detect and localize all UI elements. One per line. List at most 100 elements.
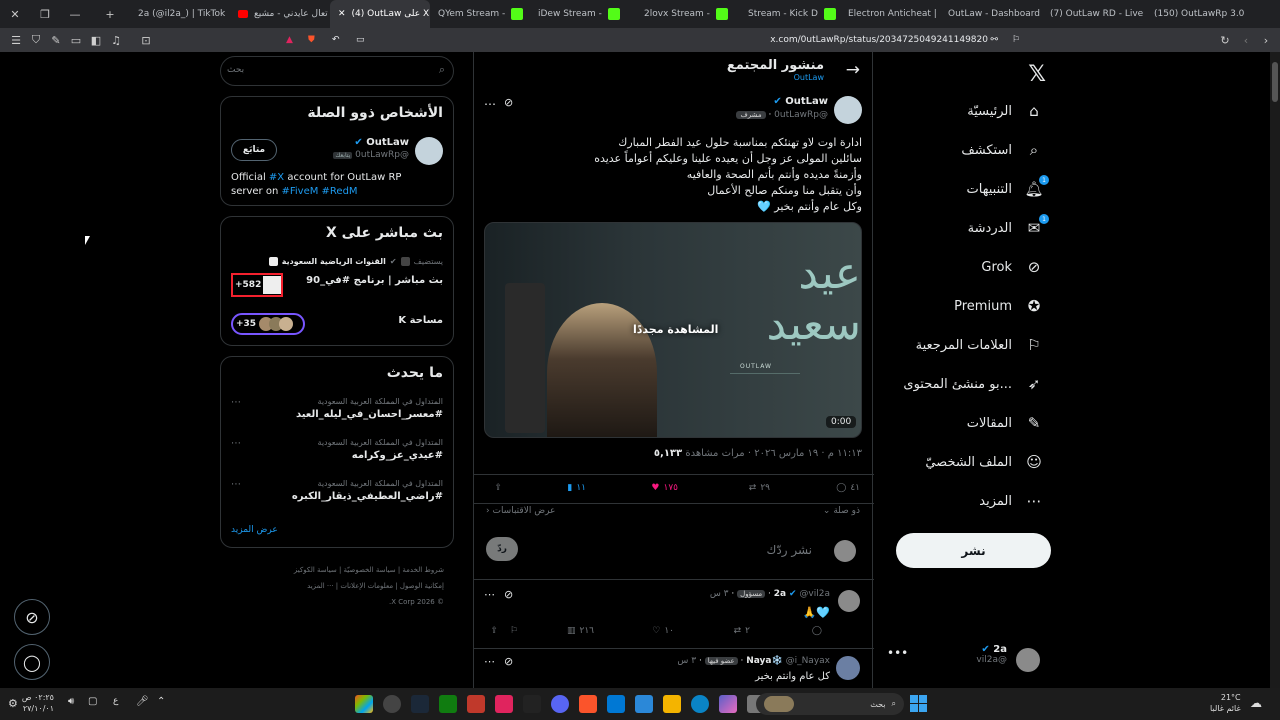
live-listeners[interactable]: +582 <box>231 273 283 297</box>
app-icon[interactable] <box>467 695 485 713</box>
tab-idew[interactable]: iDew Stream - <box>530 0 636 28</box>
community-link[interactable]: OutLaw <box>727 73 824 82</box>
live-host[interactable]: يستضيف ✔ القنوات الرياضية السعودية <box>268 257 443 266</box>
bookmark-page-icon[interactable]: ⚐ <box>1012 35 1020 45</box>
grok-icon[interactable]: ⊘ <box>504 96 513 109</box>
nav-home[interactable]: ⌂ الرئيسيّة <box>967 101 1044 121</box>
user-name[interactable]: OutLaw <box>366 137 409 148</box>
nav-premium[interactable]: ✪ Premium <box>954 296 1044 316</box>
nav-profile[interactable]: ☺ الملف الشخصيّ <box>925 452 1044 472</box>
more-options-icon[interactable]: ⋯ <box>484 655 495 668</box>
footer-link[interactable]: شروط الخدمة <box>402 566 444 574</box>
view-quotes-link[interactable]: عرض الاقتباسات ‹ <box>486 506 555 516</box>
avatar[interactable] <box>838 590 860 612</box>
outlook-icon[interactable] <box>607 695 625 713</box>
language-indicator[interactable]: ع <box>113 696 118 706</box>
show-more-link[interactable]: عرض المزيد <box>231 525 278 535</box>
post-time[interactable]: ١١:١٣ م · ١٩ مارس ٢٠٢٦ · مرات مشاهدة <box>685 448 862 459</box>
reply-button[interactable]: ردّ <box>486 537 518 561</box>
trend-item[interactable]: المتداول في المملكة العربية السعودية #مع… <box>221 397 453 435</box>
brave-shield-icon[interactable]: ⛊ <box>308 35 315 45</box>
grok-icon[interactable]: ⊘ <box>504 588 513 601</box>
weather-widget[interactable]: 21°C غائم غالبا <box>1210 692 1241 714</box>
more-options-icon[interactable]: ⋯ <box>231 397 241 408</box>
more-options-icon[interactable]: ⋯ <box>484 97 496 111</box>
network-icon[interactable]: ▢ <box>88 696 97 707</box>
more-options-icon[interactable]: ⋯ <box>484 588 495 601</box>
footer-link[interactable]: إمكانية الوصول <box>400 582 444 590</box>
reply-item[interactable]: 2a ✔ @vil2a · مسؤول · ٣ س 🩵🙏 ⋯ ⊘ ◯ ⇄ ٢ ♡ ١… <box>474 579 874 643</box>
restore-window-icon[interactable]: ❐ <box>30 8 60 21</box>
tab-qyem[interactable]: QYem Stream - <box>430 0 530 28</box>
tab-outlawrp[interactable]: (150) OutLawRp 3.0 <box>1146 0 1244 28</box>
footer-link[interactable]: معلومات الإعلانات <box>340 582 393 590</box>
site-settings-icon[interactable]: ⚯ <box>990 35 998 45</box>
app-icon[interactable] <box>355 695 373 713</box>
live-show-title[interactable]: بث مباشر | برنامج #في_90 <box>306 275 443 286</box>
nav-more[interactable]: ⋯ المزيد <box>979 491 1044 511</box>
back-arrow-icon[interactable]: → <box>846 60 860 80</box>
following-button[interactable]: متابَع <box>231 139 277 161</box>
address-bar[interactable]: ▲ ⛊ ↶ ▭ x.com/0utLawRp/status/2034725049… <box>282 30 1028 50</box>
shield-icon[interactable]: ⛉ <box>26 30 46 50</box>
like-stat[interactable]: ♥ ١٧٥ <box>651 483 678 493</box>
share-icon[interactable]: ↶ <box>332 35 340 45</box>
windows-start-icon[interactable] <box>910 695 927 712</box>
repost-stat[interactable]: ⇄ ٢ <box>734 626 750 636</box>
taskbar-search[interactable]: ⌕ بحث <box>756 693 904 715</box>
space-title[interactable]: مساحة K <box>398 315 443 326</box>
page-scrollbar[interactable] <box>1270 52 1280 688</box>
grok-icon[interactable]: ⊘ <box>504 655 513 668</box>
reply-author-handle[interactable]: @vil2a <box>799 589 830 599</box>
reply-author-name[interactable]: 2a <box>774 589 786 599</box>
tab-2lovx[interactable]: 2lovx Stream - <box>636 0 740 28</box>
avatar[interactable] <box>836 656 860 680</box>
reply-time[interactable]: ٣ س <box>710 589 729 599</box>
tab-dashboard[interactable]: OutLaw - Dashboard <box>940 0 1042 28</box>
tab-outlaw-x[interactable]: ✕(4) OutLaw على X𝕏 <box>330 0 430 28</box>
tab-electron[interactable]: Electron Anticheat | <box>840 0 940 28</box>
x-logo-icon[interactable]: 𝕏 <box>1028 62 1046 87</box>
nav-chat[interactable]: ✉ 1 الدردشة <box>968 214 1049 238</box>
forward-icon[interactable]: ‹ <box>1236 30 1256 50</box>
related-toggle[interactable]: ذو صلة ⌄ <box>823 506 860 516</box>
tab-youtube[interactable]: تعال عايدني - مشيع <box>230 0 330 28</box>
share-button[interactable]: ⇪ <box>494 483 502 493</box>
repost-stat[interactable]: ⇄ ٢٩ <box>749 483 770 493</box>
author-avatar[interactable] <box>834 96 862 124</box>
like-stat[interactable]: ♡ ١٠ <box>652 626 674 636</box>
search-input[interactable]: بحث <box>227 65 244 75</box>
microphone-icon[interactable]: 🎤︎ <box>136 696 149 707</box>
footer-link[interactable]: سياسة الخصوصيّة <box>344 566 396 574</box>
reply-author-name[interactable]: Naya❄️ <box>746 656 782 666</box>
brave-icon[interactable] <box>579 695 597 713</box>
tab-close-icon[interactable]: ✕ <box>338 9 346 19</box>
xbox-icon[interactable] <box>439 695 457 713</box>
file-explorer-icon[interactable] <box>663 695 681 713</box>
obs-icon[interactable] <box>383 695 401 713</box>
nav-creators[interactable]: ➶ ...بو منشئ المحتوى <box>903 374 1044 394</box>
reader-icon[interactable]: ▭ <box>356 35 365 45</box>
url-text[interactable]: x.com/0utLawRp/status/203472504924114982… <box>770 35 988 45</box>
hashtag-link[interactable]: #RedM <box>322 186 358 197</box>
sidebar-icon[interactable]: ◧ <box>86 30 106 50</box>
edge-icon[interactable] <box>691 695 709 713</box>
post-button[interactable]: نشر <box>896 533 1051 568</box>
hashtag-link[interactable]: #X <box>269 172 284 183</box>
account-switcher[interactable]: ••• 2a ✔ @vil2a <box>885 642 1055 678</box>
bookmark-stat[interactable]: ▮ ١١ <box>567 483 586 493</box>
music-icon[interactable]: ♫ <box>106 30 126 50</box>
video-player[interactable]: عيد سعيد OUTLAW المشاهدة مجددًا 0:00 <box>484 222 862 438</box>
avatar[interactable] <box>415 137 443 165</box>
nav-notifications[interactable]: 🔔︎ 1 التنبيهات <box>967 175 1049 199</box>
search-box[interactable]: ⌕ بحث <box>220 56 454 86</box>
grok-float-button[interactable]: ⊘ <box>14 599 50 635</box>
author-name[interactable]: OutLaw <box>785 96 828 107</box>
chevron-up-icon[interactable]: ⌃ <box>157 696 165 707</box>
share-button[interactable]: ⇪ <box>490 626 498 636</box>
brave-rewards-icon[interactable]: ▲ <box>286 35 293 45</box>
screenshot-icon[interactable]: ⊡ <box>136 30 156 50</box>
app-icon[interactable] <box>523 695 541 713</box>
clock[interactable]: ٠٢:٢٥ ص ٢٧/١٠/٠١ ⚙ <box>8 692 54 714</box>
close-window-icon[interactable]: ✕ <box>0 8 30 21</box>
